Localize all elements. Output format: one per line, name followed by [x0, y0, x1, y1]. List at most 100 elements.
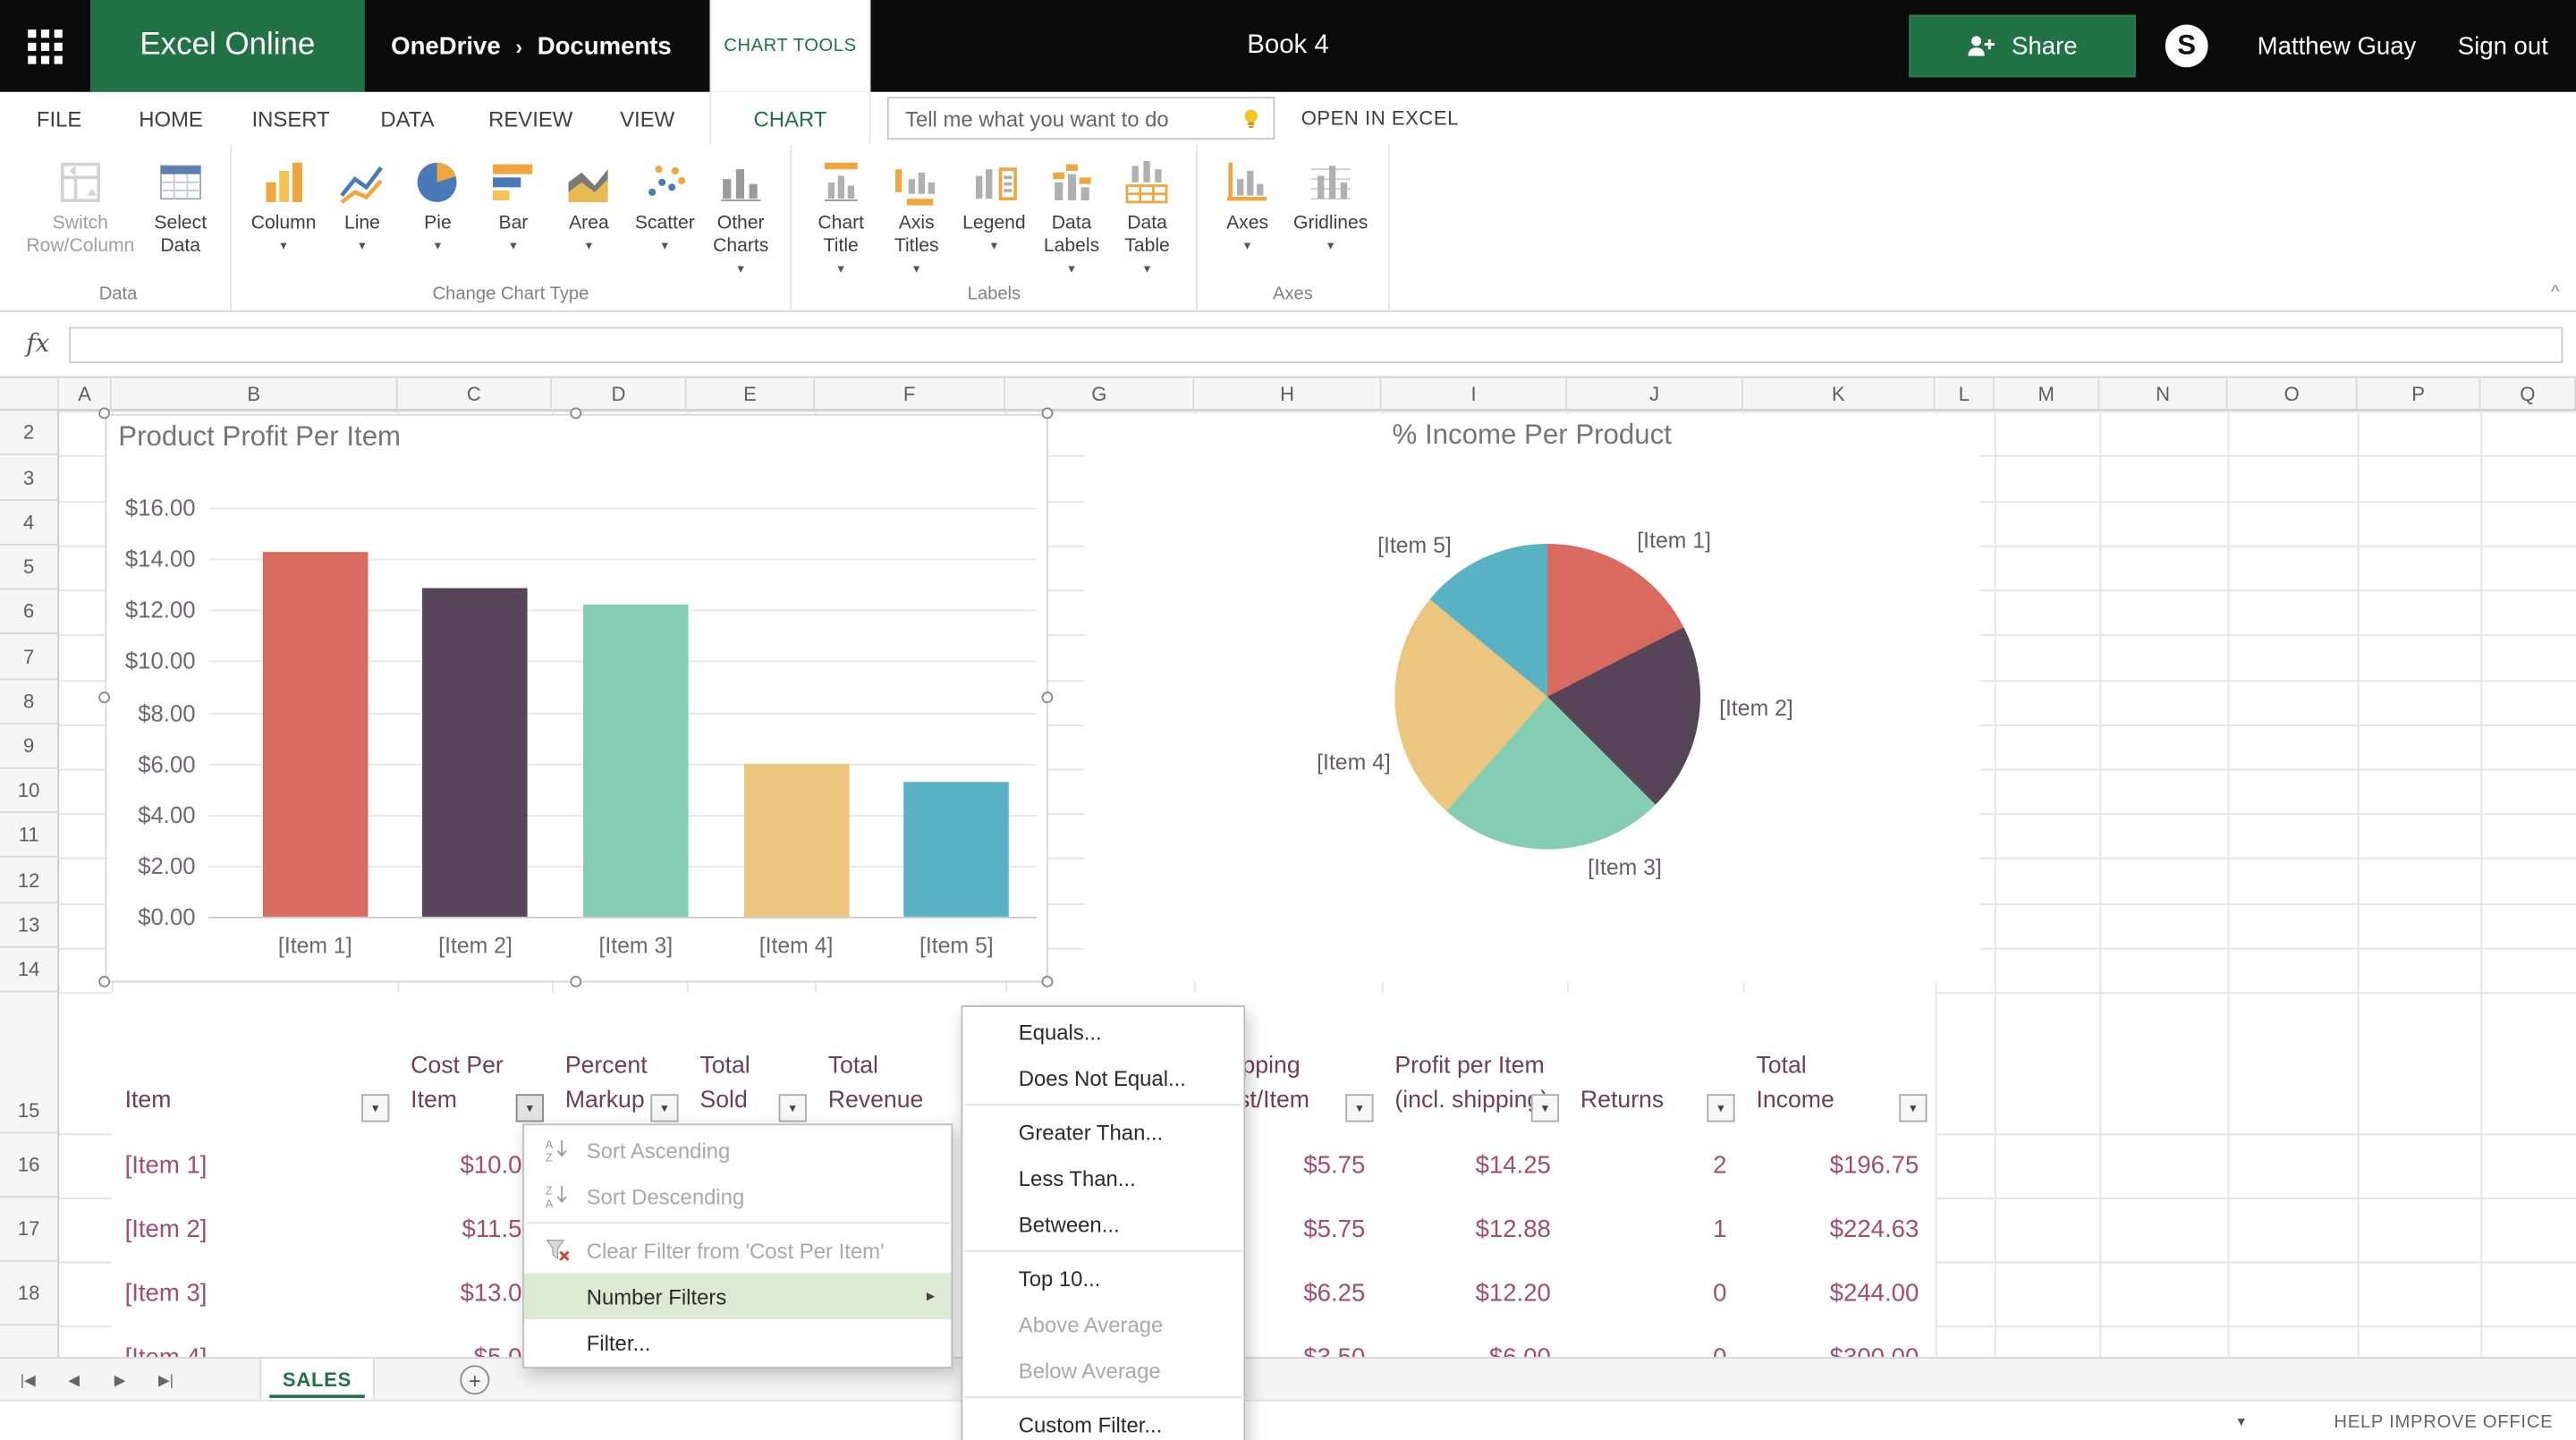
- cell-J16[interactable]: 2: [1567, 1133, 1743, 1198]
- row-header-4[interactable]: 4: [0, 501, 60, 546]
- column-header-c[interactable]: C: [397, 377, 553, 411]
- bar-item-1[interactable]: [262, 552, 369, 917]
- submenu-item-top-10[interactable]: Top 10...: [962, 1255, 1243, 1300]
- row-header-16[interactable]: 16: [0, 1133, 60, 1198]
- ribbon-button-other-charts[interactable]: Other Charts ▾: [705, 153, 777, 275]
- open-in-excel-button[interactable]: OPEN IN EXCEL: [1301, 92, 1459, 145]
- share-button[interactable]: Share: [1909, 14, 2136, 78]
- column-header-q[interactable]: Q: [2480, 377, 2576, 411]
- ribbon-button-chart-title[interactable]: Chart Title ▾: [805, 153, 877, 275]
- row-header-15[interactable]: 15: [0, 992, 60, 1134]
- column-header-d[interactable]: D: [552, 377, 687, 411]
- row-header-9[interactable]: 9: [0, 724, 60, 769]
- cell-K16[interactable]: $196.75: [1743, 1133, 1936, 1198]
- ribbon-button-legend[interactable]: Legend ▾: [956, 153, 1032, 253]
- row-header-5[interactable]: 5: [0, 545, 60, 590]
- submenu-item-does-not-equal[interactable]: Does Not Equal...: [962, 1055, 1243, 1100]
- select-all-corner[interactable]: [0, 377, 60, 411]
- document-title[interactable]: Book 4: [1019, 0, 1557, 92]
- ribbon-tab-review[interactable]: REVIEW: [483, 92, 579, 145]
- ribbon-button-column[interactable]: Column ▾: [244, 153, 323, 253]
- ribbon-tab-view[interactable]: VIEW: [608, 92, 687, 145]
- bar-item-4[interactable]: [743, 763, 849, 917]
- submenu-item-equals[interactable]: Equals...: [962, 1009, 1243, 1055]
- tell-me-box[interactable]: [886, 97, 1275, 140]
- tell-me-input[interactable]: [888, 106, 1239, 131]
- pie-chart-disc[interactable]: [1394, 543, 1701, 850]
- ribbon-tab-data[interactable]: DATA: [368, 92, 446, 145]
- row-header-11[interactable]: 11: [0, 813, 60, 858]
- chart-resize-handle[interactable]: [98, 976, 111, 987]
- ribbon-button-line[interactable]: Line ▾: [326, 153, 399, 253]
- formula-input[interactable]: [69, 326, 2563, 363]
- column-header-m[interactable]: M: [1994, 377, 2100, 411]
- pie-chart[interactable]: % Income Per Product [Item 1] [Item 2] [It…: [1084, 413, 1980, 983]
- app-launcher-button[interactable]: [0, 0, 90, 92]
- chart-resize-handle[interactable]: [570, 976, 582, 987]
- ribbon-button-pie[interactable]: Pie ▾: [402, 153, 474, 253]
- ribbon-tab-home[interactable]: HOME: [128, 92, 214, 145]
- row-header-14[interactable]: 14: [0, 947, 60, 993]
- column-header-j[interactable]: J: [1567, 377, 1743, 411]
- column-header-n[interactable]: N: [2099, 377, 2228, 411]
- ribbon-button-area[interactable]: Area ▾: [553, 153, 625, 253]
- chart-resize-handle[interactable]: [98, 407, 111, 419]
- collapse-ribbon-icon[interactable]: ^: [2551, 283, 2559, 302]
- cell-B17[interactable]: [Item 2]: [112, 1198, 398, 1262]
- row-header-2[interactable]: 2: [0, 411, 60, 455]
- ribbon-button-gridlines[interactable]: Gridlines ▾: [1287, 153, 1375, 253]
- bar-item-3[interactable]: [583, 605, 689, 917]
- cell-J17[interactable]: 1: [1567, 1198, 1743, 1262]
- ribbon-button-bar[interactable]: Bar ▾: [478, 153, 550, 253]
- submenu-item-between[interactable]: Between...: [962, 1201, 1243, 1247]
- breadcrumb-onedrive[interactable]: OneDrive: [391, 32, 501, 60]
- cell-I16[interactable]: $14.25: [1382, 1133, 1568, 1198]
- column-header-b[interactable]: B: [111, 377, 398, 411]
- filter-button-markup[interactable]: ▾: [650, 1094, 679, 1122]
- row-header-13[interactable]: 13: [0, 903, 60, 948]
- next-sheet-button[interactable]: ▶: [98, 1359, 141, 1402]
- column-header-o[interactable]: O: [2227, 377, 2358, 411]
- ribbon-button-scatter[interactable]: Scatter ▾: [628, 153, 701, 253]
- sheet-tab-sales[interactable]: SALES: [259, 1358, 375, 1400]
- filter-button-item[interactable]: ▾: [361, 1094, 390, 1122]
- row-header-18[interactable]: 18: [0, 1261, 60, 1326]
- ribbon-button-select-data[interactable]: Select Data: [144, 153, 216, 259]
- row-header-17[interactable]: 17: [0, 1197, 60, 1262]
- menu-item-number-filters[interactable]: Number Filters ▸: [523, 1273, 952, 1319]
- row-header-12[interactable]: 12: [0, 857, 60, 904]
- column-header-g[interactable]: G: [1005, 377, 1195, 411]
- column-header-a[interactable]: A: [59, 377, 112, 411]
- cell-I17[interactable]: $12.88: [1382, 1198, 1568, 1262]
- last-sheet-button[interactable]: ▶|: [145, 1359, 188, 1402]
- row-header-8[interactable]: 8: [0, 680, 60, 724]
- bar-item-5[interactable]: [903, 782, 1010, 917]
- row-header-10[interactable]: 10: [0, 768, 60, 814]
- submenu-item-greater-than[interactable]: Greater Than...: [962, 1109, 1243, 1155]
- cell-K17[interactable]: $224.63: [1743, 1198, 1936, 1262]
- menu-item-sort-descending[interactable]: Sort Descending Z A: [524, 1173, 952, 1218]
- column-header-h[interactable]: H: [1194, 377, 1382, 411]
- filter-button-shipping[interactable]: ▾: [1345, 1094, 1374, 1122]
- column-header-f[interactable]: F: [815, 377, 1006, 411]
- column-header-k[interactable]: K: [1742, 377, 1936, 411]
- app-title[interactable]: Excel Online: [90, 0, 365, 92]
- pie-chart-title[interactable]: % Income Per Product: [1084, 419, 1979, 452]
- add-sheet-button[interactable]: +: [460, 1365, 490, 1395]
- filter-button-profit[interactable]: ▾: [1530, 1094, 1560, 1122]
- first-sheet-button[interactable]: |◀: [6, 1359, 49, 1402]
- filter-button-returns[interactable]: ▾: [1707, 1094, 1735, 1122]
- filter-button-income[interactable]: ▾: [1899, 1094, 1928, 1122]
- chart-resize-handle[interactable]: [1041, 976, 1054, 987]
- chart-resize-handle[interactable]: [1041, 407, 1054, 419]
- row-header-3[interactable]: 3: [0, 454, 60, 502]
- user-name[interactable]: Matthew Guay: [2258, 0, 2417, 92]
- menu-item-filter[interactable]: Filter...: [524, 1319, 952, 1365]
- breadcrumb-documents[interactable]: Documents: [538, 32, 672, 60]
- chart-resize-handle[interactable]: [570, 407, 582, 419]
- ribbon-button-axes[interactable]: Axes ▾: [1211, 153, 1284, 253]
- ribbon-tab-chart[interactable]: CHART: [709, 91, 871, 145]
- filter-button-cost[interactable]: ▾: [515, 1094, 544, 1122]
- row-header-7[interactable]: 7: [0, 633, 60, 681]
- column-header-i[interactable]: I: [1381, 377, 1568, 411]
